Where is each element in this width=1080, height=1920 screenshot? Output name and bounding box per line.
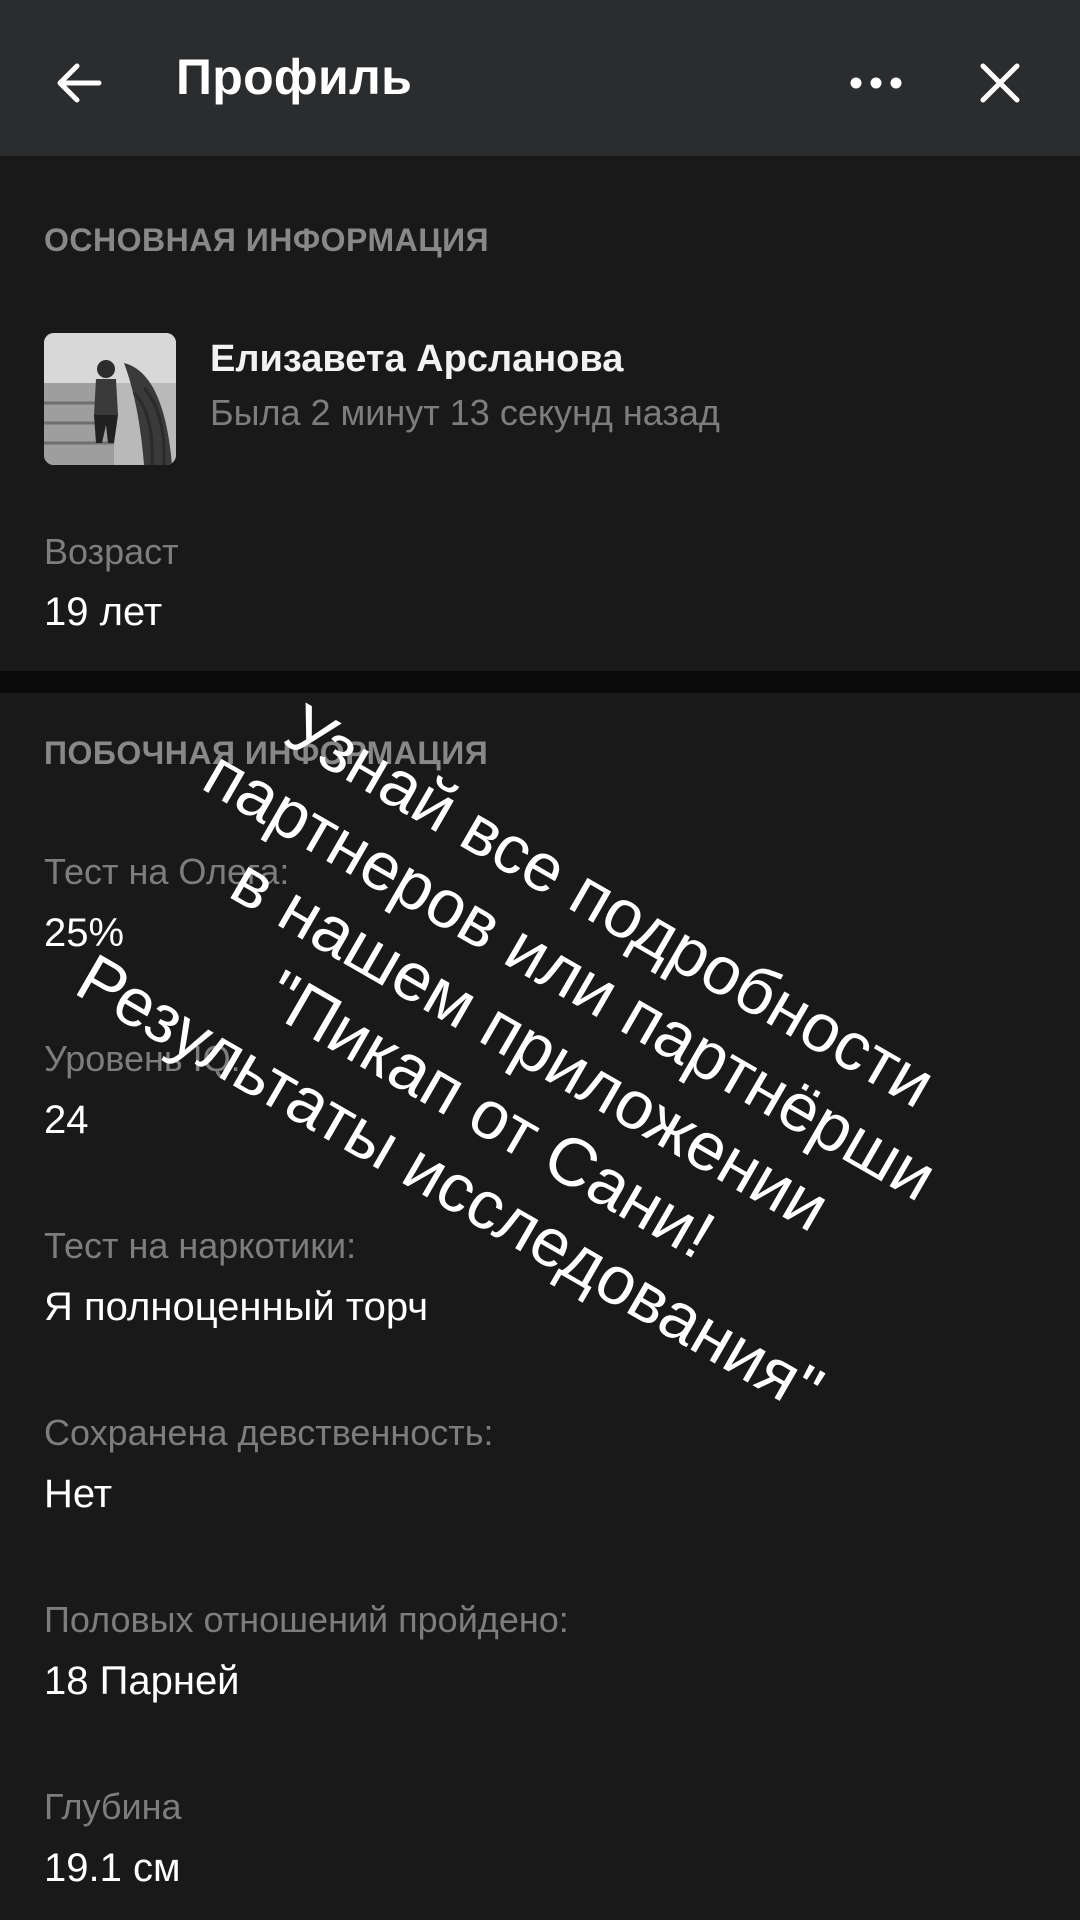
field-value: 18 Парней — [44, 1659, 240, 1703]
field-label: Уровень IQ: — [44, 1038, 241, 1079]
arrow-left-icon — [57, 63, 102, 103]
top-app-bar: Профиль — [0, 0, 1080, 156]
field-label: Сохранена девственность: — [44, 1412, 494, 1453]
close-button[interactable] — [965, 44, 1035, 122]
field-label: Тест на Олега: — [44, 851, 290, 892]
avatar-photo — [44, 333, 176, 465]
overlay-line: Результаты исследования" — [64, 939, 836, 1429]
avatar[interactable] — [44, 333, 176, 465]
field-value: Нет — [44, 1472, 113, 1516]
field-value: 19.1 см — [44, 1846, 181, 1890]
page-title: Профиль — [176, 49, 413, 105]
field-value: 24 — [44, 1098, 89, 1142]
overlay-line: партнеров или партнёрши — [191, 734, 949, 1216]
more-dots-icon — [850, 77, 902, 89]
field-value: 25% — [44, 911, 125, 955]
field-value: Я полноценный торч — [44, 1285, 429, 1329]
section-title-main-info: ОСНОВНАЯ ИНФОРМАЦИЯ — [44, 222, 490, 258]
section-title-side-info: ПОБОЧНАЯ ИНФОРМАЦИЯ — [44, 735, 489, 771]
close-icon — [980, 63, 1020, 103]
age-label: Возраст — [44, 531, 179, 572]
field-label: Тест на наркотики: — [44, 1225, 357, 1266]
overlay-line: Узнай все подробности — [273, 689, 948, 1123]
section-divider — [0, 671, 1080, 693]
back-button[interactable] — [40, 44, 118, 122]
age-value: 19 лет — [44, 590, 163, 634]
field-label: Половых отношений пройдено: — [44, 1599, 569, 1640]
user-last-seen: Была 2 минут 13 секунд назад — [210, 392, 720, 433]
field-label: Глубина — [44, 1786, 182, 1827]
more-options-button[interactable] — [846, 44, 906, 122]
user-name[interactable]: Елизавета Арсланова — [210, 338, 623, 381]
